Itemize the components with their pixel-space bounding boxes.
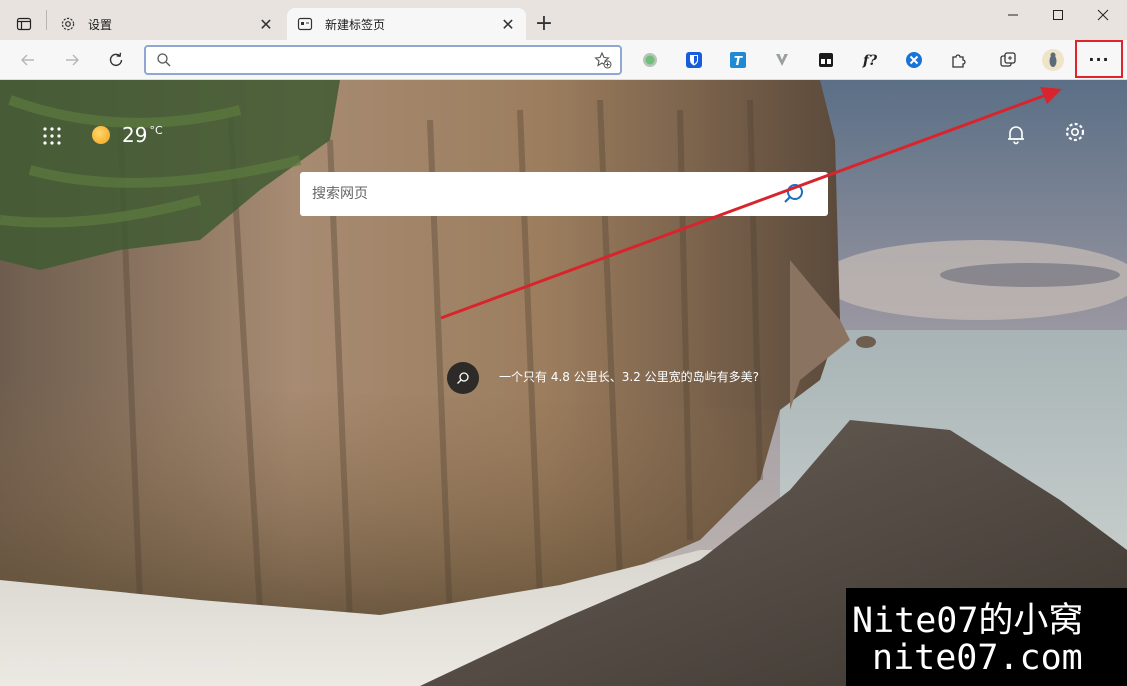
close-tab-icon[interactable]: ✕	[256, 14, 276, 34]
title-bar: 设置 ✕ 新建标签页 ✕ +	[0, 0, 1127, 40]
apps-grid-icon	[43, 127, 61, 145]
t-extension-icon[interactable]: T	[726, 48, 750, 72]
web-search-box[interactable]	[300, 172, 828, 216]
web-search-input[interactable]	[312, 172, 772, 216]
x-extension-icon[interactable]	[902, 48, 926, 72]
maximize-icon	[1053, 10, 1063, 20]
settings-and-more-button[interactable]: ···	[1075, 40, 1123, 78]
apps-grid-button[interactable]	[40, 124, 64, 148]
image-info-button[interactable]	[447, 362, 479, 394]
arrow-left-icon	[21, 54, 34, 66]
license-text: 增值电信业务经营许可证: 合字B2-20090007	[8, 658, 233, 671]
reload-button[interactable]	[100, 44, 132, 76]
new-tab-button[interactable]: +	[532, 12, 556, 36]
svg-text:T: T	[734, 54, 743, 68]
new-tab-page-icon	[297, 16, 313, 32]
forward-button[interactable]	[56, 44, 88, 76]
page-settings-button[interactable]	[1063, 120, 1087, 144]
extensions-puzzle-icon[interactable]	[946, 48, 970, 72]
bitwarden-icon[interactable]	[682, 48, 706, 72]
gear-icon	[60, 16, 76, 32]
close-window-button[interactable]	[1080, 0, 1126, 30]
tab-separator	[46, 10, 47, 30]
add-favorite-icon[interactable]	[594, 51, 612, 69]
tab-actions-button[interactable]	[8, 8, 40, 40]
back-button[interactable]	[12, 44, 44, 76]
svg-text:f?: f?	[862, 53, 878, 69]
browser-toolbar: T f?	[0, 40, 1127, 80]
collections-icon[interactable]	[996, 48, 1020, 72]
tab-actions-icon	[16, 17, 32, 31]
weather-widget[interactable]: 29 °C	[92, 120, 163, 150]
tab-title: 设置	[88, 17, 113, 32]
weather-temperature: 29	[122, 123, 148, 147]
gear-icon	[1065, 122, 1085, 142]
watermark-url: nite07.com	[872, 638, 1083, 678]
weather-unit: °C	[149, 124, 163, 137]
watermark: Nite07的小窝 nite07.com	[846, 588, 1127, 686]
minimize-button[interactable]	[990, 0, 1036, 30]
arrow-right-icon	[66, 54, 79, 66]
grid-extension-icon[interactable]	[814, 48, 838, 72]
tab-new-tab[interactable]: 新建标签页 ✕	[287, 8, 526, 40]
v-extension-icon[interactable]	[770, 48, 794, 72]
search-icon	[157, 53, 171, 67]
watermark-title: Nite07的小窝	[852, 601, 1084, 641]
refresh-icon	[109, 52, 123, 66]
bell-icon	[1008, 126, 1024, 145]
profile-avatar-icon[interactable]	[1041, 48, 1065, 72]
tab-title: 新建标签页	[325, 17, 386, 32]
close-icon	[1097, 9, 1109, 21]
address-bar[interactable]	[144, 45, 622, 75]
maximize-button[interactable]	[1035, 0, 1081, 30]
f-extension-icon[interactable]: f?	[858, 48, 882, 72]
close-tab-icon[interactable]: ✕	[498, 14, 518, 34]
minimize-icon	[1008, 14, 1018, 16]
notifications-button[interactable]	[1004, 122, 1028, 146]
image-info-text[interactable]: 一个只有 4.8 公里长、3.2 公里宽的岛屿有多美?	[499, 368, 759, 386]
search-icon[interactable]	[782, 182, 806, 206]
tab-settings[interactable]: 设置 ✕	[50, 8, 284, 40]
green-circle-extension-icon[interactable]	[638, 48, 662, 72]
sun-icon	[92, 126, 110, 144]
search-icon	[457, 372, 469, 384]
